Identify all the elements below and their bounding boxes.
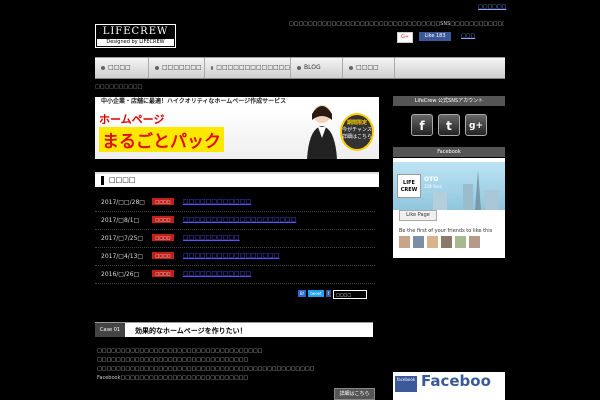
news-heading-bar: □□□□ — [95, 172, 379, 187]
nav-item-contact[interactable]: □□□□ — [343, 58, 395, 78]
news-title-link[interactable]: □□□□□□□□□□□□□□□□□ — [183, 252, 279, 259]
nav-item-services[interactable]: □□□□□□□ — [149, 58, 205, 78]
news-heading: □□□□ — [109, 176, 136, 184]
nav-label: □□□□□□□ — [162, 64, 202, 71]
news-date: 2016/□/26□ — [101, 271, 140, 278]
header-tagline: □□□□□□□□□□□□□□□□□□□□□□□□□□□□□□□□SNS□□□□□… — [289, 21, 504, 27]
case-more-button[interactable]: 詳細はこちら — [334, 388, 375, 400]
fb-friends-text: Be the first of your friends to like thi… — [399, 228, 493, 234]
news-badge: □□□□ — [152, 252, 174, 259]
fb-page-name[interactable]: OTO — [424, 176, 438, 183]
news-date: 2017/□□/28□ — [101, 199, 145, 206]
logo-title: LIFECREW — [102, 26, 169, 37]
nav-bullet-icon — [211, 66, 214, 70]
case-text-line: □□□□□□□□□□□□□□□□□□□□□□□□□□□□□□□□□□□□□□□□… — [97, 366, 315, 372]
badge-line1: 期間限定 — [346, 120, 367, 126]
case-text-line: □□□□□□□□□□□□□□□□□□□□□□□□□□□□□□□□ — [97, 357, 249, 363]
facebook-logo-icon: facebook — [395, 376, 417, 392]
nav-bullet-icon — [101, 66, 105, 70]
news-title-link[interactable]: □□□□□□□□□□□□ — [183, 270, 251, 277]
news-row[interactable]: 2017/□8/1□ □□□□ □□□□□□□□□□□□□□□□□□□□ — [95, 211, 375, 230]
friend-avatar[interactable] — [427, 236, 438, 248]
nav-bullet-icon — [349, 66, 353, 70]
facebook-icon[interactable]: f — [411, 114, 433, 136]
news-title-link[interactable]: □□□□□□□□□□□□ — [183, 198, 251, 205]
fb-page-likes: 328 likes — [424, 184, 442, 189]
friend-avatar[interactable] — [469, 236, 480, 248]
news-row[interactable]: 2017/□4/13□ □□□□ □□□□□□□□□□□□□□□□□ — [95, 247, 375, 266]
breadcrumb[interactable]: □□□□□□□□□□ — [95, 84, 142, 90]
nav-bullet-icon — [155, 66, 159, 70]
share-link[interactable]: □□□ — [461, 33, 475, 39]
logo[interactable]: LIFECREW Designed by LIFECREW — [95, 24, 176, 48]
top-link[interactable]: □□□□□□ — [478, 4, 506, 10]
banner-line1: ホームページ — [99, 113, 165, 126]
case-heading-bar: Case 01 効果的なホームページを作りたい！ — [95, 322, 373, 337]
facebook-page-widget[interactable]: LIFE CREW OTO 328 likes Like Page Be the… — [393, 158, 505, 258]
news-badge: □□□□ — [152, 270, 174, 277]
nav-label: □□□□□□□□□□□□□ — [216, 64, 290, 71]
fb-like-button[interactable]: Like 183 — [419, 32, 451, 41]
fb-like-page-button[interactable]: Like Page — [399, 210, 437, 221]
case-title: 効果的なホームページを作りたい！ — [135, 327, 247, 335]
tweet-button[interactable]: tweet — [308, 290, 324, 297]
sns-heading: LifeCrew 公式SNSアカウント — [393, 96, 505, 106]
nav-item-works[interactable]: □□□□□□□□□□□□□ — [205, 58, 291, 78]
news-row[interactable]: 2016/□/26□ □□□□ □□□□□□□□□□□□ — [95, 265, 375, 284]
news-date: 2017/□8/1□ — [101, 217, 140, 224]
friend-avatar[interactable] — [441, 236, 452, 248]
facebook-promo-title: Faceboo — [421, 372, 491, 390]
facebook-heading: Facebook — [393, 147, 505, 157]
news-date: 2017/□4/13□ — [101, 253, 144, 260]
nav-bullet-icon — [297, 66, 301, 70]
heading-marker-icon — [101, 176, 104, 185]
person-illustration — [307, 105, 337, 159]
nav-label: □□□□ — [356, 64, 379, 71]
nav-label: BLOG — [304, 64, 321, 71]
friend-avatar[interactable] — [413, 236, 424, 248]
gplus-button[interactable]: G+ — [397, 32, 413, 43]
google-plus-icon[interactable]: g+ — [465, 114, 487, 136]
news-title-link[interactable]: □□□□□□□□□□□□□□□□□□□□ — [183, 216, 296, 223]
case-text-line: □□□□□□□□□□□□□□□□□□□□□□□□□□□□□□□□□□□ — [97, 348, 263, 354]
news-badge: □□□□ — [152, 216, 174, 223]
logo-subtitle: Designed by LIFECREW — [97, 39, 174, 46]
case-tag: Case 01 — [95, 323, 125, 337]
news-date: 2017/□7/25□ — [101, 235, 144, 242]
friend-avatar[interactable] — [455, 236, 466, 248]
main-nav: □□□□ □□□□□□□ □□□□□□□□□□□□□ BLOG □□□□ — [95, 57, 505, 79]
facebook-share-button[interactable]: f — [325, 290, 332, 297]
badge-line3: 詳細はこちら — [342, 134, 373, 140]
case-text-line: Facebook□□□□□□□□□□□□□□□□□□□□□□□□□□□ — [97, 375, 249, 381]
facebook-promo-banner[interactable]: facebook Faceboo — [393, 372, 505, 400]
hatena-bookmark-button[interactable]: B! — [298, 290, 307, 297]
nav-item-home[interactable]: □□□□ — [95, 58, 149, 78]
nav-item-blog[interactable]: BLOG — [291, 58, 343, 78]
news-row[interactable]: 2017/□7/25□ □□□□ □□□□□□□□□□ — [95, 229, 375, 248]
sns-icon-box: f t g+ — [393, 106, 505, 144]
news-badge: □□□□ — [152, 198, 174, 205]
news-title-link[interactable]: □□□□□□□□□□ — [183, 234, 240, 241]
social-share-bar: B! tweet f □□□□ — [298, 290, 368, 299]
limited-offer-badge: 期間限定 今がチャンス 詳細はこちら — [340, 113, 374, 151]
share-count-box[interactable]: □□□□ — [333, 290, 368, 299]
fb-page-logo: LIFE CREW — [397, 174, 421, 198]
promo-banner[interactable]: 中小企業・店舗に最適！ハイクオリティなホームページ作成サービス ホームページ ま… — [95, 97, 379, 159]
banner-line2: まるごとパック — [99, 127, 224, 152]
twitter-icon[interactable]: t — [438, 114, 460, 136]
nav-label: □□□□ — [108, 64, 131, 71]
news-badge: □□□□ — [152, 234, 174, 241]
fb-cover-image: LIFE CREW OTO 328 likes — [393, 162, 505, 210]
badge-line2: 今がチャンス — [342, 127, 372, 133]
news-row[interactable]: 2017/□□/28□ □□□□ □□□□□□□□□□□□ — [95, 193, 375, 212]
friend-avatar[interactable] — [399, 236, 410, 248]
